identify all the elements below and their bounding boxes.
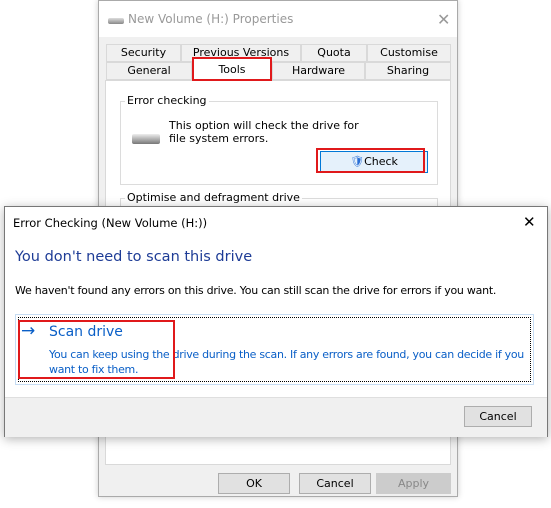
ok-button[interactable]: OK xyxy=(218,473,290,494)
close-icon[interactable]: ✕ xyxy=(437,10,450,29)
dialog-cancel-button[interactable]: Cancel xyxy=(464,406,532,427)
check-highlight xyxy=(316,148,425,173)
tab-quota[interactable]: Quota xyxy=(301,44,367,62)
window-title: New Volume (H:) Properties xyxy=(128,12,294,26)
dialog-heading: You don't need to scan this drive xyxy=(15,249,253,265)
optimise-label: Optimise and defragment drive xyxy=(125,191,302,204)
cancel-button[interactable]: Cancel xyxy=(299,473,371,494)
error-checking-label: Error checking xyxy=(125,94,209,107)
dialog-message: We haven't found any errors on this driv… xyxy=(15,284,497,297)
title-bar: New Volume (H:) Properties ✕ xyxy=(99,1,457,37)
tab-sharing[interactable]: Sharing xyxy=(365,62,451,80)
apply-button[interactable]: Apply xyxy=(376,473,451,494)
error-checking-description: This option will check the drive for fil… xyxy=(169,119,359,145)
dialog-title: Error Checking (New Volume (H:)) xyxy=(13,216,208,230)
drive-icon xyxy=(108,18,124,24)
tab-general[interactable]: General xyxy=(106,62,192,80)
dialog-close-icon[interactable]: ✕ xyxy=(523,213,536,231)
scan-drive-highlight xyxy=(18,320,175,379)
drive-icon xyxy=(132,134,160,144)
tab-customise[interactable]: Customise xyxy=(367,44,451,62)
tools-highlight xyxy=(192,57,272,81)
tab-hardware[interactable]: Hardware xyxy=(272,62,365,80)
tab-security[interactable]: Security xyxy=(106,44,181,62)
